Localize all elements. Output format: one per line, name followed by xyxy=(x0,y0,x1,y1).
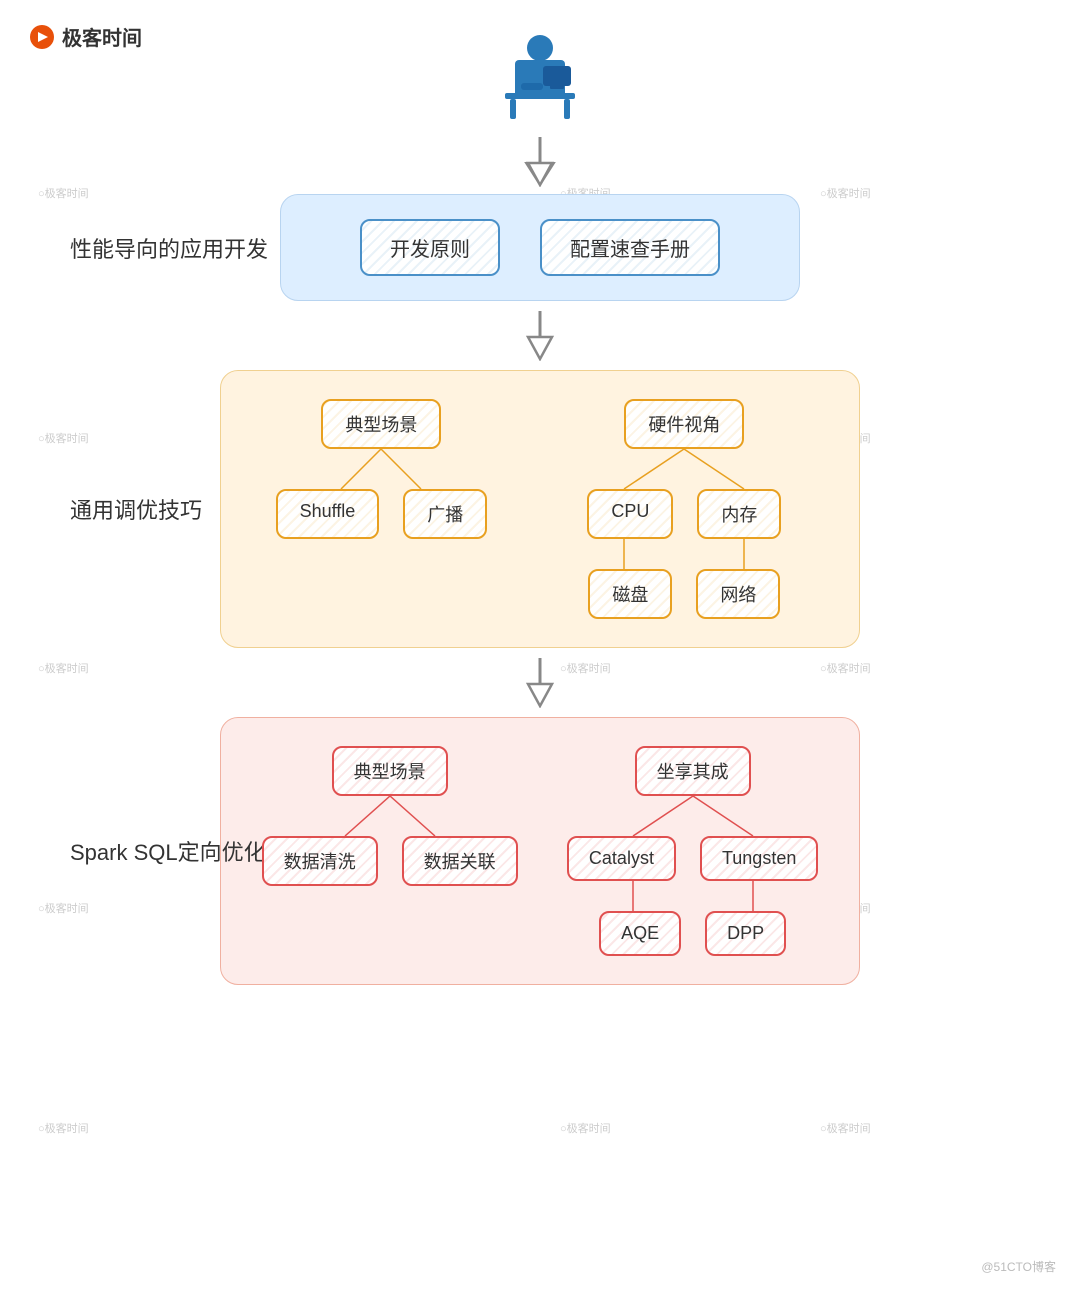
card-yingjian-shijiao: 硬件视角 xyxy=(624,399,744,449)
footer-watermark: @51CTO博客 xyxy=(981,1258,1056,1275)
orange-right-row1: CPU 内存 xyxy=(587,489,781,539)
watermark: ○极客时间 xyxy=(38,1120,89,1136)
arrow-1 xyxy=(518,135,562,192)
card-shuju-guanlian: 数据关联 xyxy=(402,836,518,886)
card-dianxing-changjing-2: 典型场景 xyxy=(332,746,448,796)
section1-box: 开发原则 配置速查手册 xyxy=(280,194,800,301)
card-dpp: DPP xyxy=(705,911,786,956)
orange-left-children: Shuffle 广播 xyxy=(276,489,488,539)
logo-text: 极客时间 xyxy=(62,22,142,51)
watermark: ○极客时间 xyxy=(560,660,611,676)
person-icon xyxy=(495,28,585,128)
section1-label: 性能导向的应用开发 xyxy=(70,232,268,264)
red-connector-2 xyxy=(573,796,813,836)
card-wangluo: 网络 xyxy=(696,569,780,619)
orange-left-tree: 典型场景 Shuffle 广播 xyxy=(276,399,488,619)
section3-row: Spark SQL定向优化 典型场景 数据清洗 xyxy=(40,717,1040,985)
card-cipan: 磁盘 xyxy=(588,569,672,619)
card-peizhi-shouce: 配置速查手册 xyxy=(540,219,720,276)
red-connector-3 xyxy=(573,881,813,911)
watermark: ○极客时间 xyxy=(38,660,89,676)
card-neicun: 内存 xyxy=(697,489,781,539)
arrow-3 xyxy=(518,656,562,713)
red-right-row2: AQE DPP xyxy=(599,911,786,956)
section2-row: 通用调优技巧 典型场景 Shuffle xyxy=(40,370,1040,648)
section2-box: 典型场景 Shuffle 广播 xyxy=(220,370,860,648)
card-dianxing-changjing-1: 典型场景 xyxy=(321,399,441,449)
orange-right-tree: 硬件视角 CPU 内存 xyxy=(564,399,804,619)
card-aqe: AQE xyxy=(599,911,681,956)
card-guangbo: 广播 xyxy=(403,489,487,539)
tree-connector-1 xyxy=(301,449,461,489)
logo-icon xyxy=(28,23,56,51)
arrow-2 xyxy=(518,309,562,366)
card-cpu: CPU xyxy=(587,489,673,539)
card-shuffle: Shuffle xyxy=(276,489,380,539)
section1-row: 性能导向的应用开发 开发原则 配置速查手册 xyxy=(40,194,1040,301)
red-right-row1: Catalyst Tungsten xyxy=(567,836,818,881)
section3-box: 典型场景 数据清洗 数据关联 xyxy=(220,717,860,985)
watermark: ○极客时间 xyxy=(820,1120,871,1136)
card-tungsten: Tungsten xyxy=(700,836,818,881)
watermark: ○极客时间 xyxy=(820,660,871,676)
card-catalyst: Catalyst xyxy=(567,836,676,881)
watermark: ○极客时间 xyxy=(560,1120,611,1136)
section3-label: Spark SQL定向优化 xyxy=(70,835,266,867)
page: 极客时间 ○极客时间 ○极客时间 ○极客时间 ○极客时间 ○极客时间 ○极客时间… xyxy=(0,0,1080,1289)
section2-label: 通用调优技巧 xyxy=(70,493,202,525)
orange-right-row2: 磁盘 网络 xyxy=(588,569,780,619)
tree-connector-2 xyxy=(564,449,804,489)
card-zuoxiang-qicheng: 坐享其成 xyxy=(635,746,751,796)
card-kaifa-yuanze: 开发原则 xyxy=(360,219,500,276)
person-icon-wrap xyxy=(495,28,585,133)
red-right-tree: 坐享其成 Catalyst Tungsten xyxy=(567,746,818,956)
tree-connector-3 xyxy=(564,539,804,569)
red-left-children: 数据清洗 数据关联 xyxy=(262,836,518,886)
logo: 极客时间 xyxy=(28,22,142,51)
card-shuju-qingxi: 数据清洗 xyxy=(262,836,378,886)
red-left-tree: 典型场景 数据清洗 数据关联 xyxy=(262,746,518,956)
red-connector-1 xyxy=(300,796,480,836)
